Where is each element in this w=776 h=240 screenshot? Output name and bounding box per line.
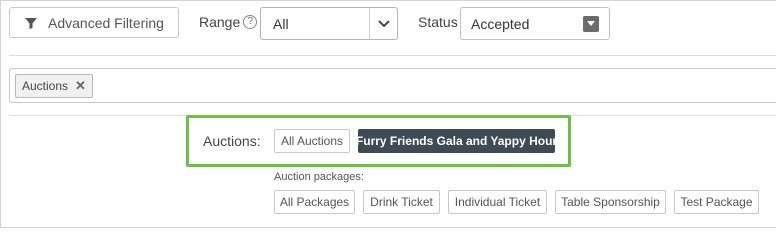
package-chip-all[interactable]: All Packages [274, 190, 355, 214]
range-select[interactable]: All [260, 7, 398, 40]
package-chip-drink-ticket[interactable]: Drink Ticket [363, 190, 440, 214]
active-filters-box[interactable]: Auctions ✕ [9, 68, 776, 103]
package-chip-table-sponsorship[interactable]: Table Sponsorship [555, 190, 666, 214]
filter-tag-label: Auctions [22, 79, 69, 93]
range-select-value: All [273, 15, 289, 32]
close-icon[interactable]: ✕ [75, 78, 86, 94]
filter-tag: Auctions ✕ [15, 74, 93, 98]
auctions-label: Auctions: [203, 133, 261, 149]
status-select[interactable]: Accepted [460, 7, 610, 40]
status-select-value: Accepted [471, 15, 530, 32]
auction-chip-selected[interactable]: Furry Friends Gala and Yappy Hour [356, 129, 557, 153]
package-chip-individual-ticket[interactable]: Individual Ticket [448, 190, 547, 214]
caret-down-icon[interactable] [583, 15, 599, 32]
help-icon[interactable]: ? [243, 15, 258, 29]
advanced-filtering-button[interactable]: Advanced Filtering [9, 7, 179, 38]
status-label: Status [418, 14, 458, 30]
auction-packages-label: Auction packages: [274, 171, 364, 183]
auction-chip-all[interactable]: All Auctions [274, 129, 350, 153]
range-label-group: Range ? [199, 14, 258, 30]
chevron-down-icon[interactable] [369, 8, 397, 39]
filter-icon [25, 17, 37, 29]
range-label: Range [199, 14, 241, 30]
divider [9, 55, 776, 56]
advanced-filtering-label: Advanced Filtering [48, 14, 164, 31]
package-chip-test-package[interactable]: Test Package [674, 190, 759, 214]
